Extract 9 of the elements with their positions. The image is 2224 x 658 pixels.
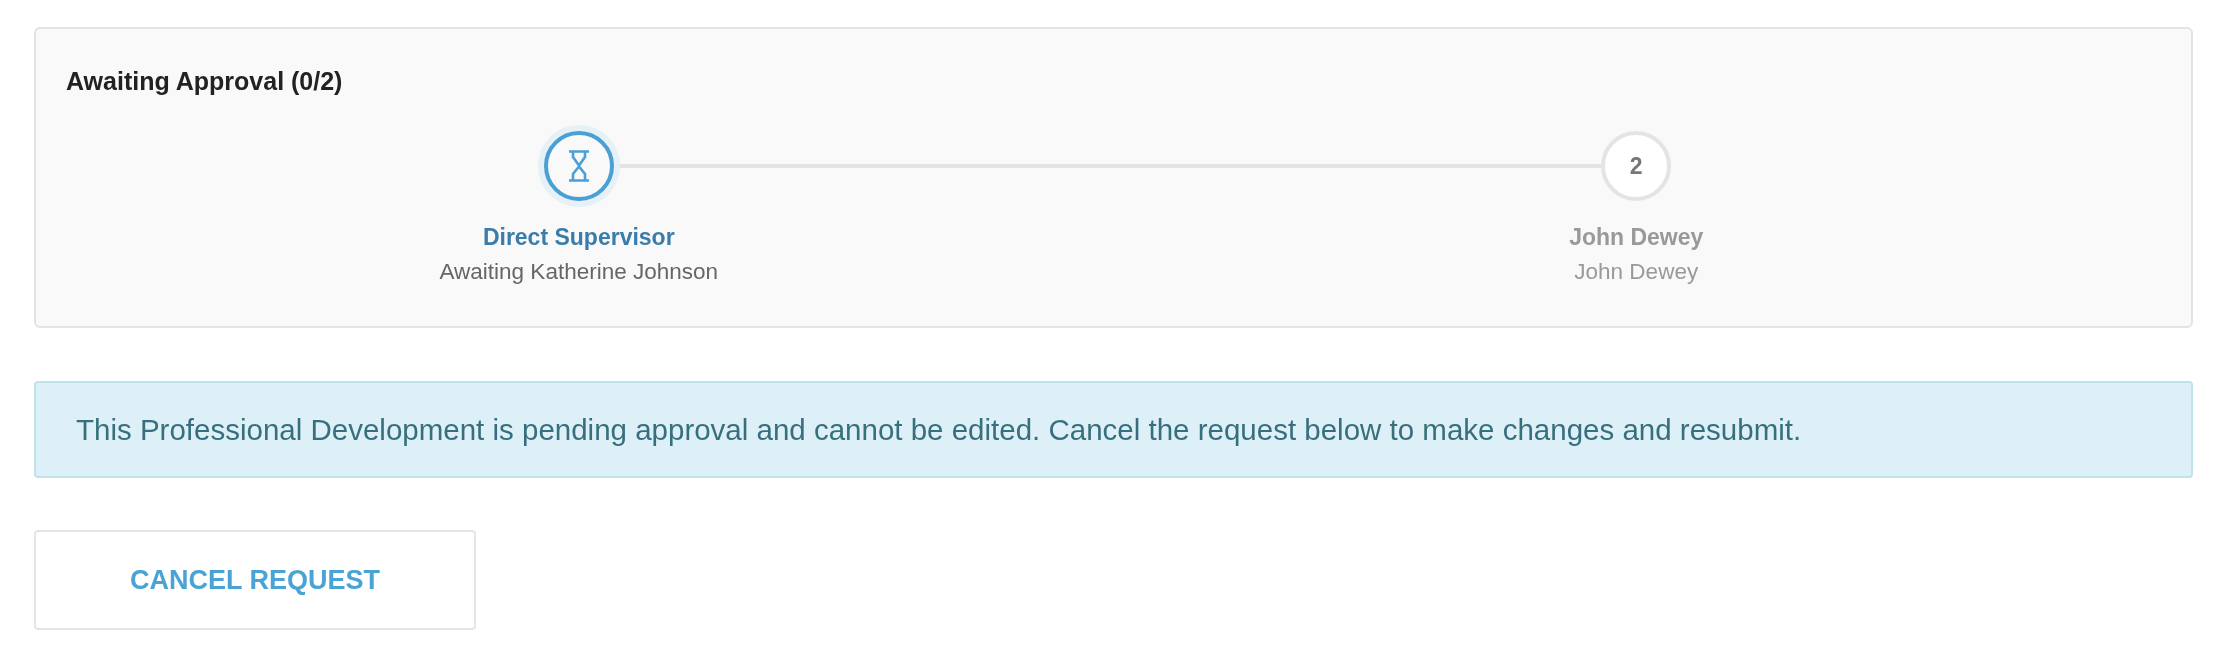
step-detail: John Dewey [1574, 258, 1699, 286]
step-detail: Awaiting Katherine Johnson [439, 258, 718, 286]
step-number: 2 [1601, 131, 1672, 201]
step-name: Direct Supervisor [482, 223, 675, 252]
hourglass-icon [567, 150, 590, 182]
step-name: John Dewey [1569, 223, 1704, 252]
panel-title: Awaiting Approval (0/2) [66, 66, 343, 96]
alert-message: This Professional Development is pending approval and cannot be edited. Cancel the request below to make changes and resubmit. [76, 411, 1802, 448]
cancel-request-button[interactable]: CANCEL REQUEST [34, 530, 476, 630]
